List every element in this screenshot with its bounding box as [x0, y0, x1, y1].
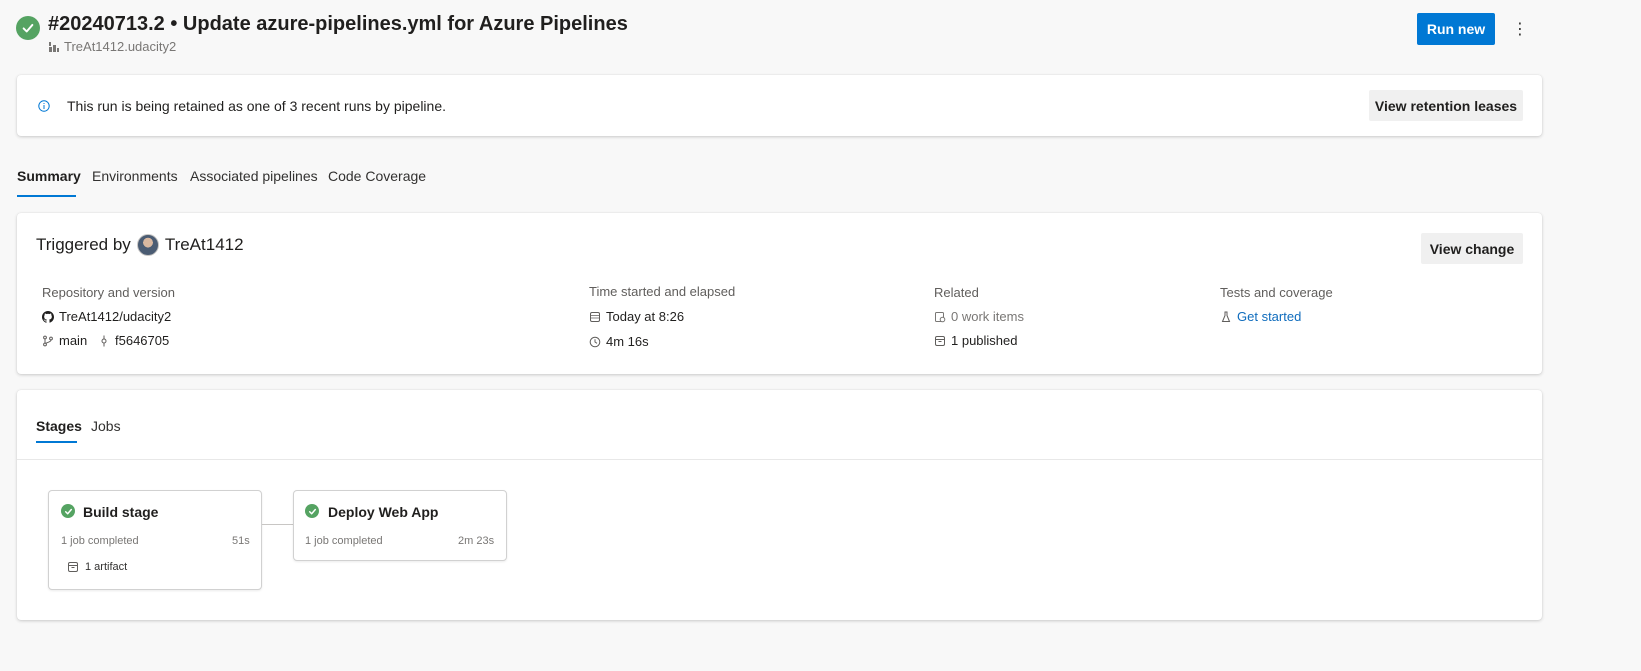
branch-name: main	[59, 333, 88, 348]
stage-connector	[262, 524, 293, 525]
time-elapsed: 4m 16s	[589, 334, 649, 349]
branch-link[interactable]: main	[42, 333, 87, 348]
stage-build-name: Build stage	[83, 504, 159, 520]
stage-build-duration: 51s	[232, 535, 250, 547]
retention-message: This run is being retained as one of 3 r…	[67, 98, 447, 114]
tab-summary-underline	[17, 195, 76, 197]
triggered-by: Triggered by TreAt1412	[36, 234, 244, 256]
commit-icon	[98, 335, 110, 347]
tab-summary[interactable]: Summary	[17, 168, 81, 184]
beaker-icon	[1220, 311, 1232, 323]
view-retention-leases-button[interactable]: View retention leases	[1369, 90, 1523, 121]
related-label: Related	[934, 285, 979, 300]
tab-environments[interactable]: Environments	[92, 168, 178, 184]
stage-deploy-success-icon	[305, 504, 319, 518]
stage-deploy-jobs: 1 job completed	[305, 535, 383, 547]
get-started-label: Get started	[1237, 309, 1302, 324]
pipeline-repo-link[interactable]: TreAt1412.udacity2	[48, 39, 176, 54]
repository-label: Repository and version	[42, 285, 175, 300]
clock-icon	[589, 336, 601, 348]
published-artifacts[interactable]: 1 published	[934, 333, 1018, 348]
repository-link[interactable]: TreAt1412/udacity2	[42, 309, 171, 324]
tab-associated-pipelines[interactable]: Associated pipelines	[190, 168, 318, 184]
run-new-button[interactable]: Run new	[1417, 13, 1495, 45]
stage-build-jobs: 1 job completed	[61, 535, 139, 547]
stage-build-artifact[interactable]: 1 artifact	[67, 561, 127, 573]
artifact-icon	[67, 561, 79, 573]
pipeline-repo-name: TreAt1412.udacity2	[64, 39, 177, 54]
tab-stages-underline	[36, 441, 77, 443]
github-icon	[42, 310, 54, 323]
stage-build-artifact-label: 1 artifact	[85, 561, 128, 573]
work-items[interactable]: 0 work items	[934, 309, 1024, 324]
artifact-icon	[934, 335, 946, 347]
time-elapsed-value: 4m 16s	[606, 334, 649, 349]
work-item-icon	[934, 311, 946, 323]
tab-jobs[interactable]: Jobs	[91, 418, 121, 434]
work-items-value: 0 work items	[951, 309, 1024, 324]
stage-deploy-name: Deploy Web App	[328, 504, 439, 520]
commit-hash: f5646705	[115, 333, 170, 348]
commit-link[interactable]: f5646705	[98, 333, 169, 348]
pipeline-icon	[48, 41, 60, 53]
tab-code-coverage[interactable]: Code Coverage	[328, 168, 426, 184]
triggered-by-user[interactable]: TreAt1412	[165, 235, 244, 255]
calendar-icon	[589, 311, 601, 323]
triggered-by-label: Triggered by	[36, 235, 131, 254]
get-started-link[interactable]: Get started	[1220, 309, 1301, 324]
tests-label: Tests and coverage	[1220, 285, 1333, 300]
published-value: 1 published	[951, 333, 1018, 348]
more-actions-icon[interactable]: ⋮	[1508, 16, 1532, 42]
page-title: #20240713.2 • Update azure-pipelines.yml…	[48, 13, 628, 35]
avatar	[136, 234, 159, 256]
info-icon	[38, 100, 50, 112]
stages-divider	[17, 459, 1542, 460]
repository-name: TreAt1412/udacity2	[59, 309, 172, 324]
stage-build-success-icon	[61, 504, 75, 518]
stage-deploy-duration: 2m 23s	[458, 535, 495, 547]
stage-deploy[interactable]	[293, 490, 507, 561]
run-status-success-icon	[16, 16, 40, 40]
time-started: Today at 8:26	[589, 309, 684, 324]
time-started-value: Today at 8:26	[606, 309, 685, 324]
view-change-button[interactable]: View change	[1421, 233, 1523, 264]
tab-stages[interactable]: Stages	[36, 418, 82, 434]
branch-icon	[42, 335, 54, 347]
time-label: Time started and elapsed	[589, 284, 736, 299]
